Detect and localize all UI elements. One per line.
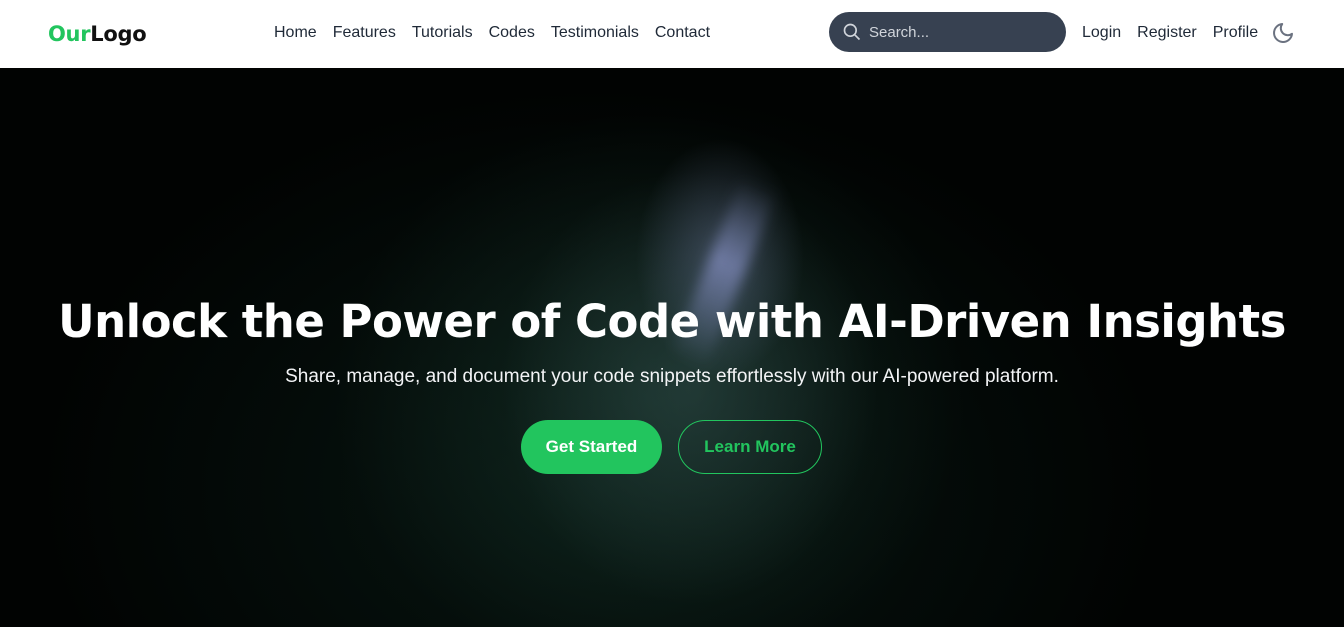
profile-link[interactable]: Profile xyxy=(1213,22,1258,44)
nav-link-contact[interactable]: Contact xyxy=(655,22,710,44)
logo-text: Logo xyxy=(90,22,147,46)
main-nav: Home Features Tutorials Codes Testimonia… xyxy=(274,22,710,44)
search-icon[interactable] xyxy=(842,22,862,42)
nav-link-codes[interactable]: Codes xyxy=(489,22,535,44)
nav-link-home[interactable]: Home xyxy=(274,22,317,44)
hero-section: Unlock the Power of Code with AI-Driven … xyxy=(0,68,1344,627)
login-link[interactable]: Login xyxy=(1082,22,1121,44)
search-box xyxy=(829,12,1066,52)
learn-more-button[interactable]: Learn More xyxy=(678,420,822,474)
top-navbar: OurLogo Home Features Tutorials Codes Te… xyxy=(0,0,1344,68)
hero-subtitle: Share, manage, and document your code sn… xyxy=(285,366,1059,387)
register-link[interactable]: Register xyxy=(1137,22,1197,44)
site-logo[interactable]: OurLogo xyxy=(48,20,147,48)
nav-link-tutorials[interactable]: Tutorials xyxy=(412,22,473,44)
search-input[interactable] xyxy=(869,12,1059,52)
nav-link-testimonials[interactable]: Testimonials xyxy=(551,22,639,44)
nav-link-features[interactable]: Features xyxy=(333,22,396,44)
hero-title: Unlock the Power of Code with AI-Driven … xyxy=(58,295,1286,348)
get-started-button[interactable]: Get Started xyxy=(521,420,662,474)
logo-accent-text: Our xyxy=(48,22,91,46)
user-nav: Login Register Profile xyxy=(1082,22,1258,44)
moon-icon[interactable] xyxy=(1271,21,1295,45)
